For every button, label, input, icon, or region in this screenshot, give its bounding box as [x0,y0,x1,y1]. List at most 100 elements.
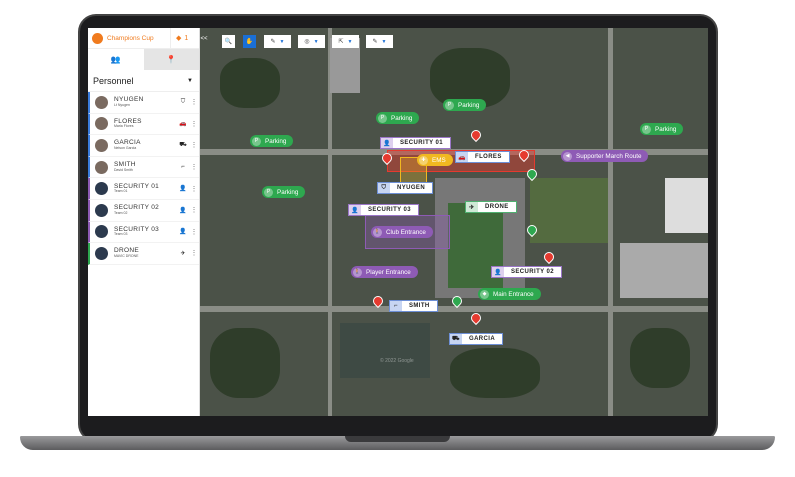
marker-label: Parking [391,114,413,122]
ems-icon: ✚ [419,155,428,165]
unit-security-02[interactable]: 👤 SECURITY 02 [491,266,562,278]
export-dropdown[interactable]: ⇱ ▼ [332,35,359,48]
unit-label: SECURITY 02 [511,269,554,275]
edit-icon: ✎ [372,39,378,45]
marker-label: Club Entrance [386,228,426,236]
pen-icon: ✎ [270,39,276,45]
pond [340,323,430,378]
avatar [95,138,108,152]
search-icon: 🔍 [224,39,233,45]
parking-icon: P [264,187,273,197]
target-icon: ◎ [304,39,310,45]
unit-flores[interactable]: 🚗 FLORES [455,151,510,163]
marker-label: Main Entrance [493,290,534,298]
parking-marker[interactable]: P Parking [376,112,420,124]
export-icon: ⇱ [338,39,344,45]
personnel-name-block: SECURITY 02 Team 02 [114,205,177,215]
more-options-icon[interactable]: ⋮ [189,206,199,214]
unit-smith[interactable]: ⌐ SMITH [389,300,438,312]
person-icon: 👤 [179,229,187,236]
personnel-name-block: SMITH David Smith [114,162,177,172]
parking-icon: P [642,124,651,134]
avatar [95,95,108,109]
incident-pin[interactable] [468,127,484,143]
sidebar-header: Champions Cup ◆ 1 [88,28,199,49]
parking-icon: P [378,113,387,123]
parking-marker[interactable]: P Parking [262,186,306,198]
personnel-item[interactable]: FLORES Maria Flores 🚗 ⋮ [88,113,199,136]
person-icon: 👤 [349,205,361,215]
layers-button[interactable]: ◆ 1 [170,28,188,48]
trees [220,58,280,108]
building [620,243,708,298]
parking-marker[interactable]: P Parking [250,135,294,147]
unit-security-01[interactable]: 👤 SECURITY 01 [380,137,451,149]
personnel-item[interactable]: NYUGEN Lt Nyugen ⛉ ⋮ [88,92,199,114]
category-dropdown[interactable]: Personnel ▼ [88,70,199,92]
parking-icon: P [252,136,261,146]
gun-icon: ⌐ [390,301,402,311]
road [200,306,708,312]
incident-pin[interactable] [468,310,484,326]
unit-label: SECURITY 03 [368,207,411,213]
draw-dropdown[interactable]: ✎ ▼ [264,35,291,48]
marker-label: Parking [277,188,299,196]
more-options-icon[interactable]: ⋮ [189,228,199,236]
entrance-icon: ◆ [480,289,489,299]
trees [630,328,690,388]
target-dropdown[interactable]: ◎ ▼ [298,35,325,48]
edit-dropdown[interactable]: ✎ ▼ [366,35,393,48]
more-options-icon[interactable]: ⋮ [189,163,199,171]
more-options-icon[interactable]: ⋮ [189,120,199,128]
unit-nyugen[interactable]: ⛉ NYUGEN [377,182,434,194]
player-entrance-marker[interactable]: 🚶 Player Entrance [351,266,418,278]
motorcycle-icon: ⛟ [450,334,462,344]
unit-label: SMITH [409,303,430,309]
collapse-sidebar-button[interactable]: << [200,32,208,45]
person-icon: 👤 [492,267,504,277]
map-attribution: © 2022 Google [380,358,414,364]
event-selector[interactable]: Champions Cup [88,32,170,44]
unit-drone[interactable]: ✈ DRONE [465,201,517,213]
personnel-item[interactable]: SECURITY 03 Team 03 👤 ⋮ [88,221,199,244]
more-options-icon[interactable]: ⋮ [189,98,199,106]
personnel-item[interactable]: SECURITY 02 Team 02 👤 ⋮ [88,199,199,222]
personnel-name-block: NYUGEN Lt Nyugen [114,97,177,107]
personnel-item[interactable]: SECURITY 01 Team 01 👤 ⋮ [88,178,199,200]
personnel-subtitle: Nelson Garcia [114,145,137,150]
marker-label: Player Entrance [366,268,411,276]
more-options-icon[interactable]: ⋮ [189,185,199,193]
parking-marker[interactable]: P Parking [443,99,487,111]
more-options-icon[interactable]: ⋮ [189,249,199,257]
trees [210,328,280,398]
hand-icon: ✋ [245,39,254,45]
unit-label: DRONE [485,204,509,210]
tab-people[interactable]: 👥 [88,49,144,70]
layers-count: 1 [184,34,189,42]
car-icon: 🚗 [179,121,187,128]
pan-button[interactable]: ✋ [243,35,256,48]
personnel-item[interactable]: GARCIA Nelson Garcia ⛟ ⋮ [88,135,199,157]
motorcycle-icon: ⛟ [179,142,187,149]
search-button[interactable]: 🔍 [222,35,235,48]
map-view[interactable]: << 🔍 ✋ ✎ ▼ ◎ ▼ ⇱ ▼ ✎ ▼ P Parking P Parking P Pa… [200,28,708,416]
gun-icon: ⌐ [181,164,185,171]
incident-pin[interactable] [541,249,557,265]
ems-marker[interactable]: ✚ EMS [417,154,453,166]
personnel-item[interactable]: SMITH David Smith ⌐ ⋮ [88,156,199,179]
unit-garcia[interactable]: ⛟ GARCIA [449,333,504,345]
parking-icon: P [445,100,454,110]
unit-security-03[interactable]: 👤 SECURITY 03 [348,204,419,216]
avatar [95,182,108,196]
supporter-route-marker[interactable]: ◀ Supporter March Route [561,150,649,162]
sidebar: Champions Cup ◆ 1 👥 📍 Personnel ▼ NYUGEN Lt… [88,28,200,416]
building [665,178,708,233]
main-entrance-marker[interactable]: ◆ Main Entrance [478,288,541,300]
club-entrance-marker[interactable]: 🚶 Club Entrance [371,226,433,238]
tab-locations[interactable]: 📍 [143,49,199,70]
more-options-icon[interactable]: ⋮ [189,141,199,149]
parking-marker[interactable]: P Parking [640,123,684,135]
personnel-item[interactable]: DRONE MAVIC DRONE ✈ ⋮ [88,243,199,265]
avatar [95,117,108,131]
personnel-subtitle: Team 02 [114,210,128,215]
